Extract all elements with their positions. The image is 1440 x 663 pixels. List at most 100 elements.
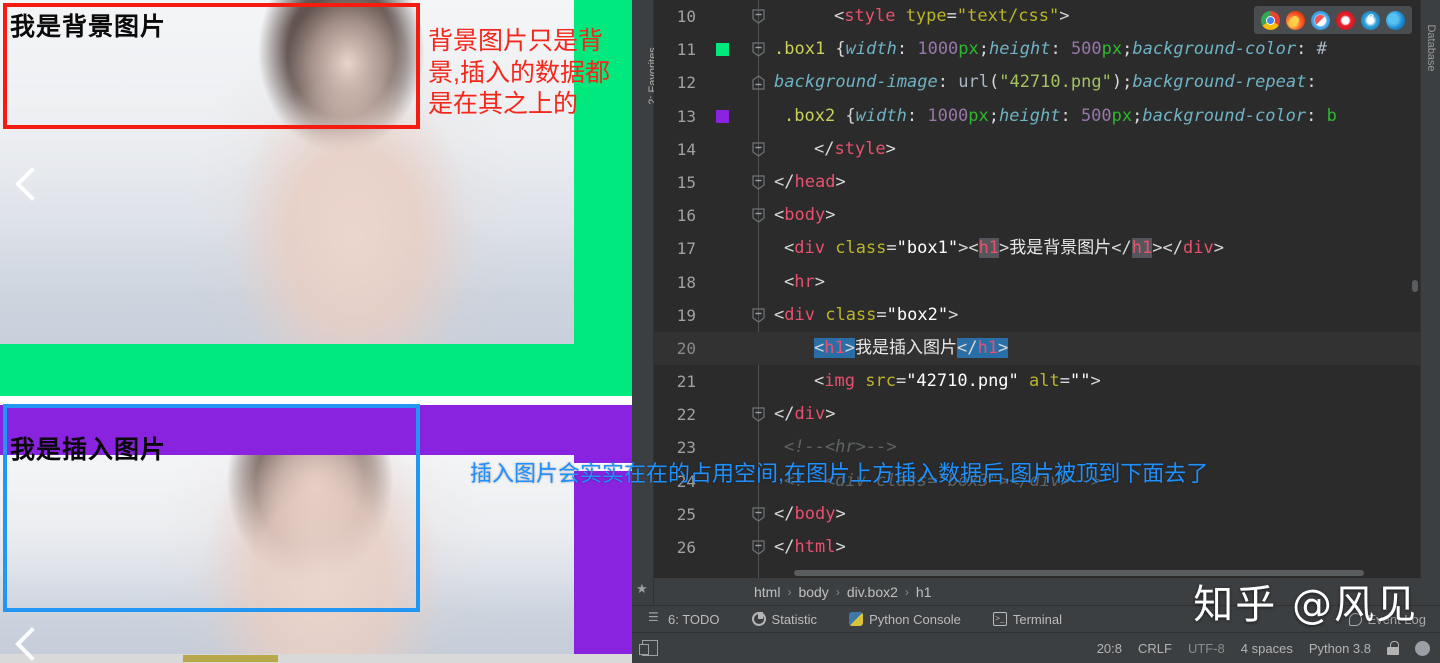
- tool-tab-todo-label: 6: TODO: [668, 611, 720, 627]
- code-line-text: .box2 {width: 1000px;height: 500px;backg…: [784, 105, 1337, 126]
- database-rail[interactable]: Database: [1420, 0, 1440, 605]
- code-line-22[interactable]: 22 </div>: [654, 398, 1420, 431]
- file-encoding[interactable]: UTF-8: [1188, 641, 1225, 656]
- browser-preview-pane: 我是背景图片 我是插入图片 背景图片只是背景,插入的数据都是在其之上的: [0, 0, 632, 663]
- tool-tab-terminal[interactable]: Terminal: [977, 612, 1078, 627]
- code-line-text: <h1>我是插入图片</h1>: [814, 337, 1009, 358]
- breadcrumb-item[interactable]: html: [754, 584, 780, 600]
- code-line-14[interactable]: 14 </style>: [654, 133, 1420, 166]
- python-icon: [849, 612, 864, 626]
- line-number: 13: [676, 106, 696, 126]
- safari-icon[interactable]: [1311, 10, 1330, 30]
- code-fold-icon[interactable]: [752, 208, 765, 223]
- line-number: 10: [676, 7, 696, 26]
- project-view-icon[interactable]: [639, 640, 658, 656]
- code-line-25[interactable]: 25 </body>: [654, 498, 1420, 531]
- line-number: 18: [676, 272, 696, 292]
- red-annotation-box: [3, 3, 420, 129]
- breadcrumb-item[interactable]: div.box2: [847, 584, 898, 600]
- event-log-icon: [1349, 612, 1363, 626]
- breadcrumb-separator: ›: [787, 584, 792, 599]
- favorites-rail[interactable]: 2: Favorites ★: [632, 0, 659, 605]
- star-icon: ★: [636, 581, 648, 596]
- code-fold-icon[interactable]: [752, 42, 765, 57]
- tool-window-tabs[interactable]: 6: TODO Statistic Python Console Termina…: [632, 605, 1440, 632]
- code-line-16[interactable]: 16 <body>: [654, 199, 1420, 232]
- red-annotation-text: 背景图片只是背景,插入的数据都是在其之上的: [428, 27, 610, 118]
- code-line-20[interactable]: 20 <h1>我是插入图片</h1>: [654, 331, 1420, 366]
- caret-position[interactable]: 20:8: [1097, 641, 1122, 656]
- line-separator[interactable]: CRLF: [1138, 641, 1172, 656]
- preview-horizontal-scrollbar[interactable]: [0, 654, 632, 663]
- edge-icon[interactable]: [1386, 10, 1405, 30]
- status-bar-right: 20:8 CRLF UTF-8 4 spaces Python 3.8: [1097, 640, 1430, 656]
- tool-tab-todo[interactable]: 6: TODO: [632, 610, 736, 627]
- code-line-17[interactable]: 17 <div class="box1"><h1>我是背景图片</h1></div…: [654, 232, 1420, 265]
- person-icon[interactable]: [1415, 640, 1430, 656]
- code-fold-icon[interactable]: [752, 540, 765, 555]
- event-log-label: Event Log: [1367, 611, 1426, 627]
- code-line-11[interactable]: 11 .box1 {width: 1000px;height: 500px;bac…: [654, 33, 1420, 66]
- code-line-text: </html>: [774, 537, 846, 557]
- breadcrumb-separator: ›: [904, 584, 909, 599]
- line-number: 15: [676, 172, 696, 192]
- firefox-icon[interactable]: [1286, 10, 1305, 30]
- lock-icon[interactable]: [1387, 641, 1399, 655]
- code-line-text: .box1 {width: 1000px;height: 500px;backg…: [774, 39, 1327, 60]
- code-line-15[interactable]: 15 </head>: [654, 166, 1420, 199]
- event-log-button[interactable]: Event Log: [1349, 612, 1426, 627]
- code-fold-icon[interactable]: [752, 175, 765, 190]
- ide-pane: 2: Favorites ★ Database 10 <style type="t…: [632, 0, 1440, 663]
- breadcrumb-separator: ›: [835, 584, 840, 599]
- tool-tab-python-console-label: Python Console: [869, 611, 961, 627]
- python-interpreter[interactable]: Python 3.8: [1309, 641, 1371, 656]
- line-number: 14: [676, 139, 696, 159]
- database-tab-label[interactable]: Database: [1425, 12, 1437, 84]
- code-line-text: <div class="box1"><h1>我是背景图片</h1></div>: [784, 238, 1224, 259]
- code-line-13[interactable]: 13 .box2 {width: 1000px;height: 500px;bac…: [654, 100, 1420, 133]
- line-number: 21: [676, 372, 696, 392]
- code-fold-icon[interactable]: [752, 308, 765, 323]
- code-line-26[interactable]: 26 </html>: [654, 531, 1420, 564]
- todo-icon: [648, 610, 662, 626]
- box2-purple-right-edge: [574, 463, 632, 663]
- line-number: 19: [676, 305, 696, 325]
- code-line-18[interactable]: 18 <hr>: [654, 266, 1420, 299]
- tool-tab-python-console[interactable]: Python Console: [833, 612, 977, 627]
- code-editor[interactable]: 10 <style type="text/css"> 11 .box1 {width:…: [654, 0, 1420, 578]
- chevron-left-icon[interactable]: [8, 164, 48, 204]
- statistic-icon: [751, 612, 766, 626]
- internet-explorer-icon[interactable]: [1361, 9, 1380, 30]
- line-number: 22: [676, 405, 696, 425]
- indent-setting[interactable]: 4 spaces: [1241, 641, 1293, 656]
- code-line-text: <style type="text/css">: [834, 6, 1070, 26]
- breadcrumb-item[interactable]: h1: [916, 584, 932, 600]
- color-swatch-gutter[interactable]: [716, 43, 729, 57]
- editor-vertical-scrollbar[interactable]: [1412, 280, 1418, 292]
- browser-launch-toolbar[interactable]: [1254, 6, 1412, 34]
- blue-annotation-box: [3, 404, 420, 612]
- code-fold-icon[interactable]: [752, 407, 765, 422]
- code-line-text: </body>: [774, 503, 846, 524]
- code-fold-icon[interactable]: [752, 9, 765, 24]
- code-fold-icon[interactable]: [752, 507, 765, 522]
- code-line-text: background-image: url("42710.png");backg…: [774, 72, 1317, 93]
- breadcrumb[interactable]: html › body › div.box2 › h1: [654, 578, 1440, 605]
- code-fold-icon[interactable]: [752, 142, 765, 157]
- blue-annotation-text: 插入图片会实实在在的占用空间,在图片上方插入数据后,图片被顶到下面去了: [470, 461, 1209, 486]
- line-number: 16: [676, 206, 696, 226]
- opera-icon[interactable]: [1336, 10, 1355, 30]
- code-line-19[interactable]: 19 <div class="box2">: [654, 299, 1420, 332]
- code-line-text: </div>: [774, 404, 836, 425]
- chrome-icon[interactable]: [1261, 10, 1280, 30]
- code-line-21[interactable]: 21 <img src="42710.png" alt="">: [654, 365, 1420, 398]
- tool-tab-terminal-label: Terminal: [1012, 611, 1062, 627]
- code-line-12[interactable]: 12 background-image: url("42710.png");bac…: [654, 66, 1420, 99]
- tool-tab-statistic[interactable]: Statistic: [736, 612, 834, 627]
- status-bar: 20:8 CRLF UTF-8 4 spaces Python 3.8: [632, 632, 1440, 663]
- editor-horizontal-scrollbar[interactable]: [794, 570, 1364, 576]
- chevron-left-icon-secondary[interactable]: [8, 624, 48, 663]
- breadcrumb-item[interactable]: body: [798, 584, 828, 600]
- color-swatch-gutter[interactable]: [716, 109, 729, 123]
- code-fold-icon[interactable]: [752, 75, 765, 90]
